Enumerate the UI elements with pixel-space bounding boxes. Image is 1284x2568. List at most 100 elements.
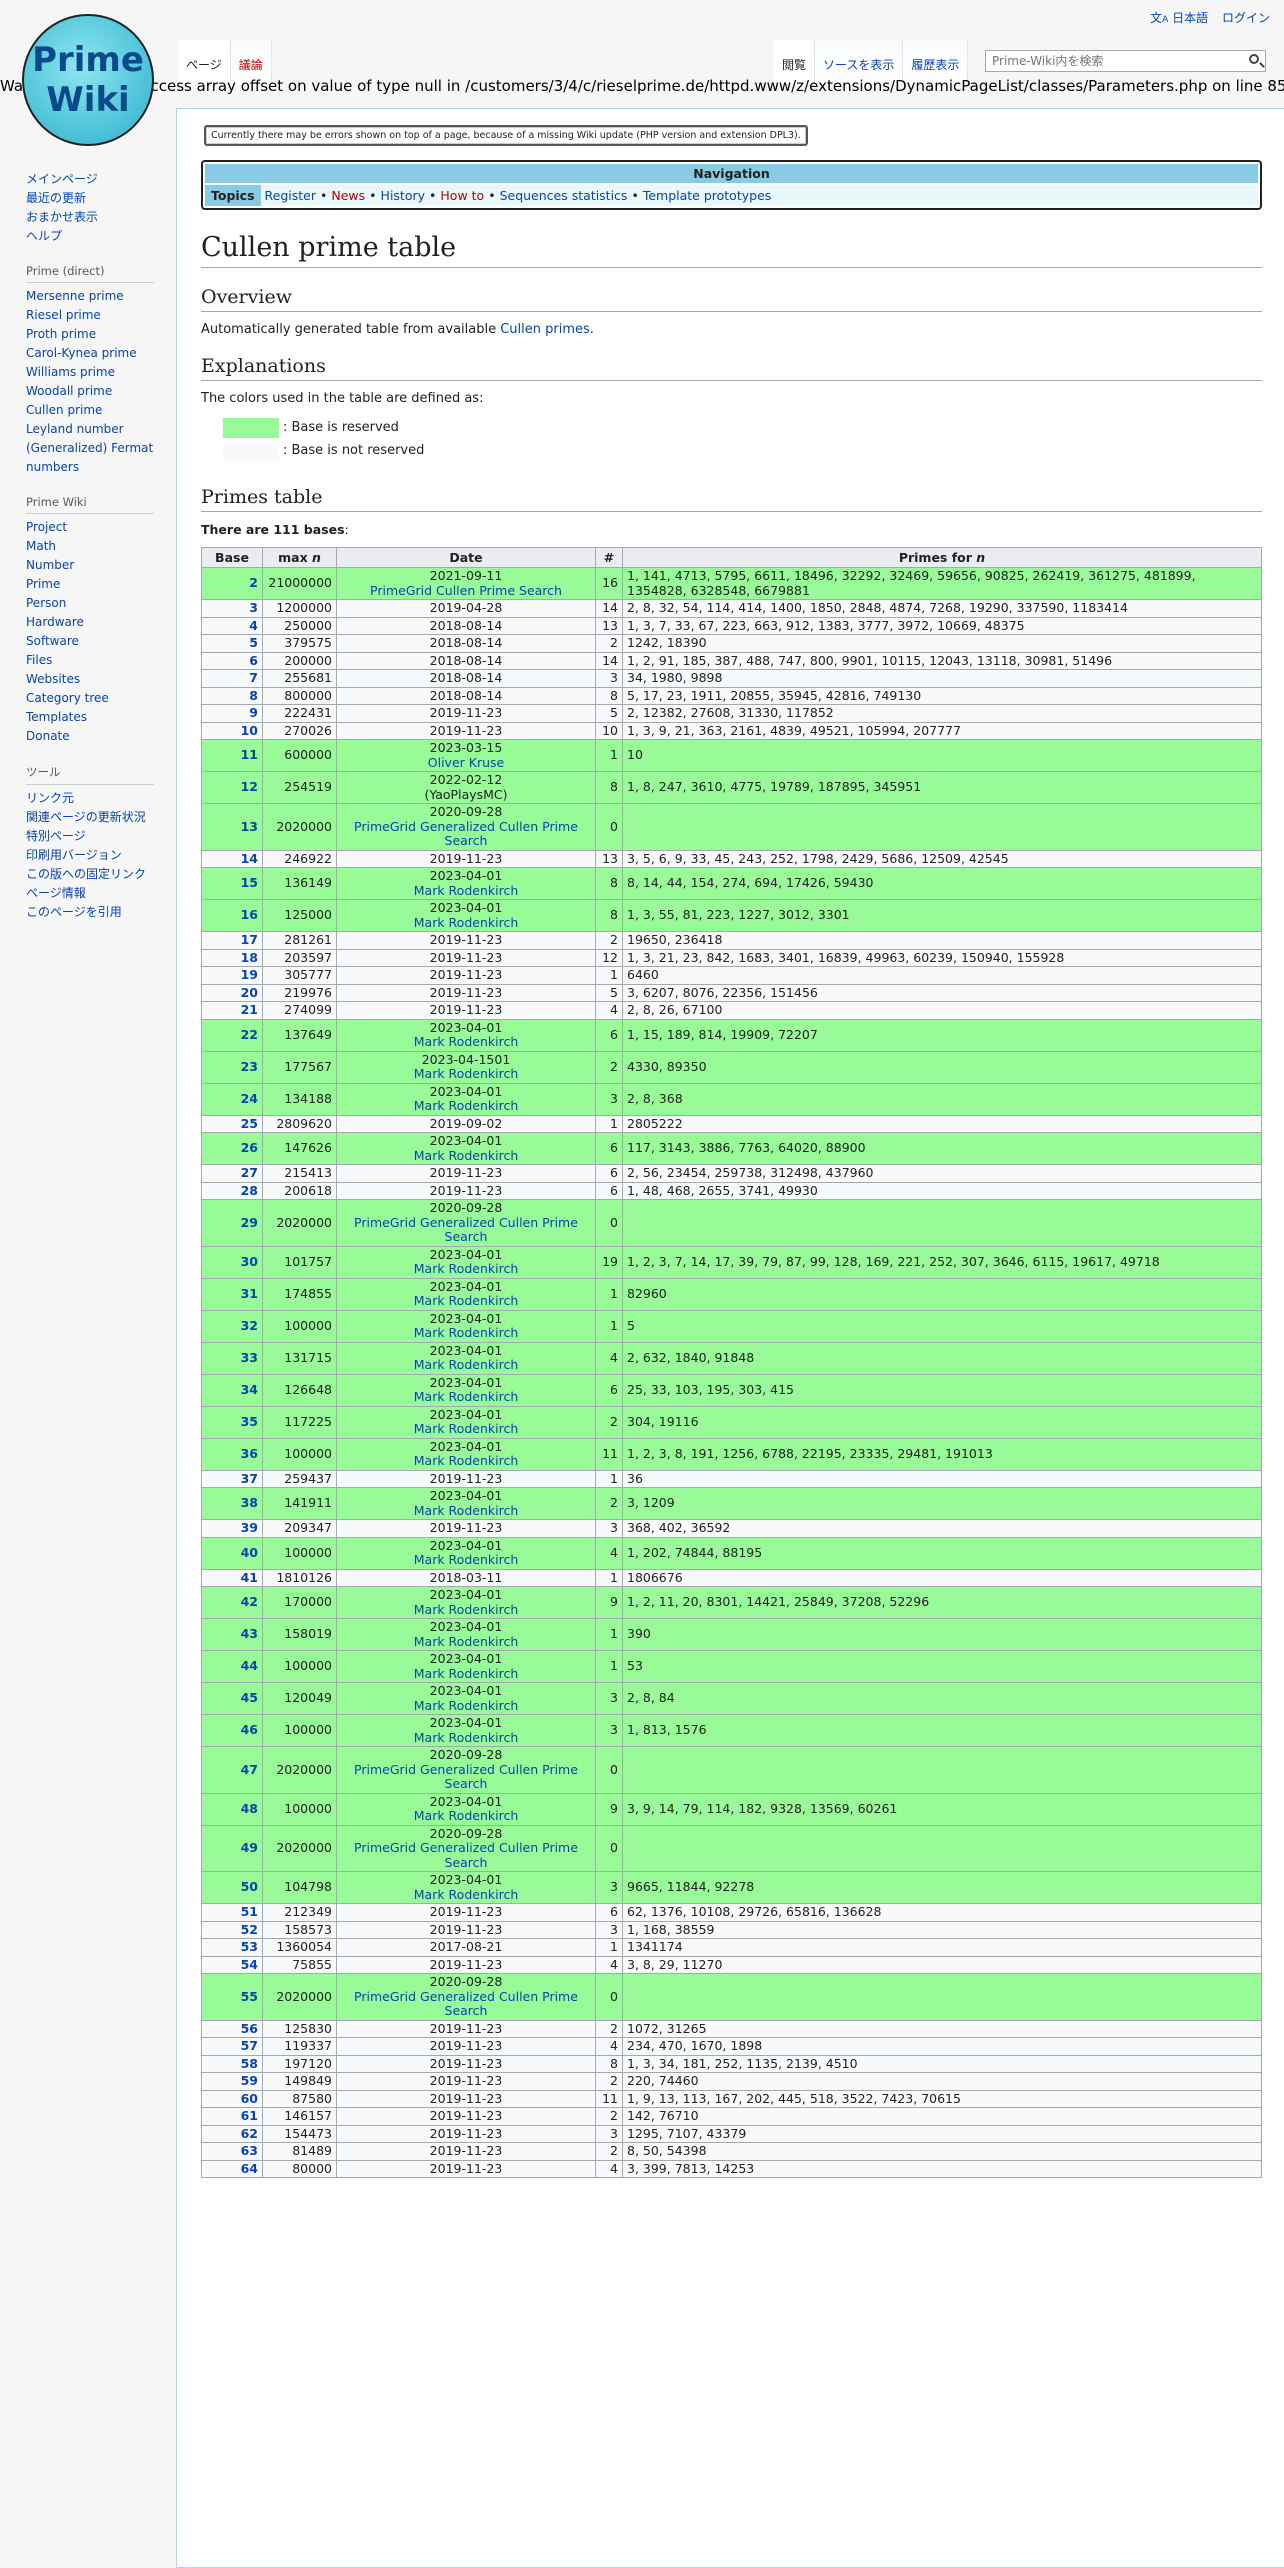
sidebar-wiki-link[interactable]: Software [26, 634, 79, 648]
reserver-link[interactable]: Mark Rodenkirch [341, 1730, 591, 1746]
reserver-link[interactable]: PrimeGrid Generalized Cullen Prime Searc… [341, 819, 591, 849]
sidebar-tools-link[interactable]: このページを引用 [26, 905, 122, 919]
base-link[interactable]: 57 [241, 2038, 258, 2053]
base-link[interactable]: 33 [241, 1350, 258, 1365]
reserver-link[interactable]: Mark Rodenkirch [341, 1098, 591, 1114]
sidebar-tools-link[interactable]: 特別ページ [26, 829, 86, 843]
sidebar-prime-link[interactable]: Carol-Kynea prime [26, 346, 137, 360]
base-link[interactable]: 56 [241, 2021, 258, 2036]
base-link[interactable]: 9 [249, 705, 258, 720]
base-link[interactable]: 60 [241, 2091, 258, 2106]
base-link[interactable]: 48 [241, 1801, 258, 1816]
sidebar-tools-link[interactable]: この版への固定リンク [26, 867, 146, 881]
base-link[interactable]: 21 [241, 1002, 258, 1017]
nav-link[interactable]: Register [265, 188, 316, 203]
reserver-link[interactable]: Mark Rodenkirch [341, 1421, 591, 1437]
reserver-link[interactable]: PrimeGrid Generalized Cullen Prime Searc… [341, 1989, 591, 2019]
sidebar-wiki-link[interactable]: Files [26, 653, 52, 667]
base-link[interactable]: 63 [241, 2143, 258, 2158]
reserver-link[interactable]: Mark Rodenkirch [341, 1503, 591, 1519]
tab-view-source-link[interactable]: ソースを表示 [823, 58, 894, 72]
reserver-link[interactable]: Oliver Kruse [341, 755, 591, 771]
reserver-link[interactable]: Mark Rodenkirch [341, 1325, 591, 1341]
base-link[interactable]: 45 [241, 1690, 258, 1706]
sidebar-prime-link[interactable]: Leyland number [26, 422, 124, 436]
reserver-link[interactable]: PrimeGrid Generalized Cullen Prime Searc… [341, 1762, 591, 1792]
base-link[interactable]: 59 [241, 2073, 258, 2088]
nav-link[interactable]: History [381, 188, 425, 203]
base-link[interactable]: 31 [241, 1286, 258, 1301]
base-link[interactable]: 61 [241, 2108, 258, 2123]
base-link[interactable]: 47 [241, 1762, 258, 1777]
language-link[interactable]: 文A 日本語 [1150, 11, 1208, 25]
base-link[interactable]: 41 [241, 1570, 258, 1585]
sidebar-wiki-link[interactable]: Person [26, 596, 66, 610]
sidebar-prime-link[interactable]: Riesel prime [26, 308, 101, 322]
reserver-link[interactable]: Mark Rodenkirch [341, 1887, 591, 1903]
search-input[interactable] [985, 50, 1266, 72]
reserver-link[interactable]: Mark Rodenkirch [341, 1066, 591, 1082]
nav-link[interactable]: News [331, 188, 365, 203]
base-link[interactable]: 26 [241, 1140, 258, 1156]
sidebar-wiki-link[interactable]: Donate [26, 729, 70, 743]
base-link[interactable]: 35 [241, 1414, 258, 1429]
sidebar-wiki-link[interactable]: Prime [26, 577, 60, 591]
base-link[interactable]: 24 [241, 1091, 258, 1106]
base-link[interactable]: 51 [241, 1904, 258, 1919]
reserver-link[interactable]: Mark Rodenkirch [341, 1808, 591, 1824]
base-link[interactable]: 5 [249, 635, 258, 650]
base-link[interactable]: 7 [249, 670, 258, 685]
base-link[interactable]: 22 [241, 1027, 258, 1042]
login-link[interactable]: ログイン [1222, 11, 1270, 25]
base-link[interactable]: 18 [241, 950, 258, 965]
base-link[interactable]: 20 [241, 985, 258, 1000]
sidebar-prime-link[interactable]: Mersenne prime [26, 289, 124, 303]
sidebar-wiki-link[interactable]: Hardware [26, 615, 84, 629]
base-link[interactable]: 6 [249, 653, 258, 668]
site-logo[interactable]: Prime Wiki [22, 14, 154, 146]
sidebar-prime-link[interactable]: Cullen prime [26, 403, 102, 417]
sidebar-prime-link[interactable]: (Generalized) Fermat numbers [26, 441, 153, 474]
sidebar-wiki-link[interactable]: Project [26, 520, 67, 534]
base-link[interactable]: 38 [241, 1495, 258, 1511]
cullen-primes-link[interactable]: Cullen primes [500, 322, 590, 337]
base-link[interactable]: 62 [241, 2126, 258, 2141]
base-link[interactable]: 16 [241, 907, 258, 923]
base-link[interactable]: 23 [241, 1059, 258, 1074]
search-icon[interactable] [1249, 54, 1259, 64]
sidebar-main-link[interactable]: 最近の更新 [26, 191, 86, 205]
sidebar-wiki-link[interactable]: Templates [26, 710, 87, 724]
reserver-link[interactable]: Mark Rodenkirch [341, 1698, 591, 1714]
sidebar-tools-link[interactable]: 関連ページの更新状況 [26, 810, 146, 824]
base-link[interactable]: 29 [241, 1215, 258, 1230]
nav-link[interactable]: Template prototypes [643, 188, 771, 203]
sidebar-main-link[interactable]: メインページ [26, 172, 98, 186]
base-link[interactable]: 13 [241, 819, 258, 834]
reserver-link[interactable]: Mark Rodenkirch [341, 915, 591, 931]
base-link[interactable]: 55 [241, 1989, 258, 2004]
nav-link[interactable]: How to [440, 188, 484, 203]
base-link[interactable]: 15 [241, 875, 258, 891]
sidebar-wiki-link[interactable]: Math [26, 539, 56, 553]
reserver-link[interactable]: Mark Rodenkirch [341, 1389, 591, 1405]
base-link[interactable]: 19 [241, 967, 258, 982]
sidebar-tools-link[interactable]: リンク元 [26, 791, 74, 805]
base-link[interactable]: 17 [241, 932, 258, 947]
base-link[interactable]: 8 [249, 688, 258, 703]
base-link[interactable]: 42 [241, 1594, 258, 1610]
reserver-link[interactable]: Mark Rodenkirch [341, 1357, 591, 1373]
base-link[interactable]: 58 [241, 2056, 258, 2071]
nav-link[interactable]: Sequences statistics [500, 188, 628, 203]
reserver-link[interactable]: Mark Rodenkirch [341, 1034, 591, 1050]
base-link[interactable]: 46 [241, 1722, 258, 1738]
base-link[interactable]: 43 [241, 1626, 258, 1642]
tab-talk-link[interactable]: 議論 [239, 58, 263, 72]
base-link[interactable]: 3 [249, 600, 258, 615]
sidebar-wiki-link[interactable]: Number [26, 558, 74, 572]
base-link[interactable]: 28 [241, 1183, 258, 1198]
reserver-link[interactable]: Mark Rodenkirch [341, 1453, 591, 1469]
base-link[interactable]: 25 [241, 1116, 258, 1131]
base-link[interactable]: 37 [241, 1471, 258, 1486]
base-link[interactable]: 52 [241, 1922, 258, 1937]
base-link[interactable]: 27 [241, 1165, 258, 1180]
